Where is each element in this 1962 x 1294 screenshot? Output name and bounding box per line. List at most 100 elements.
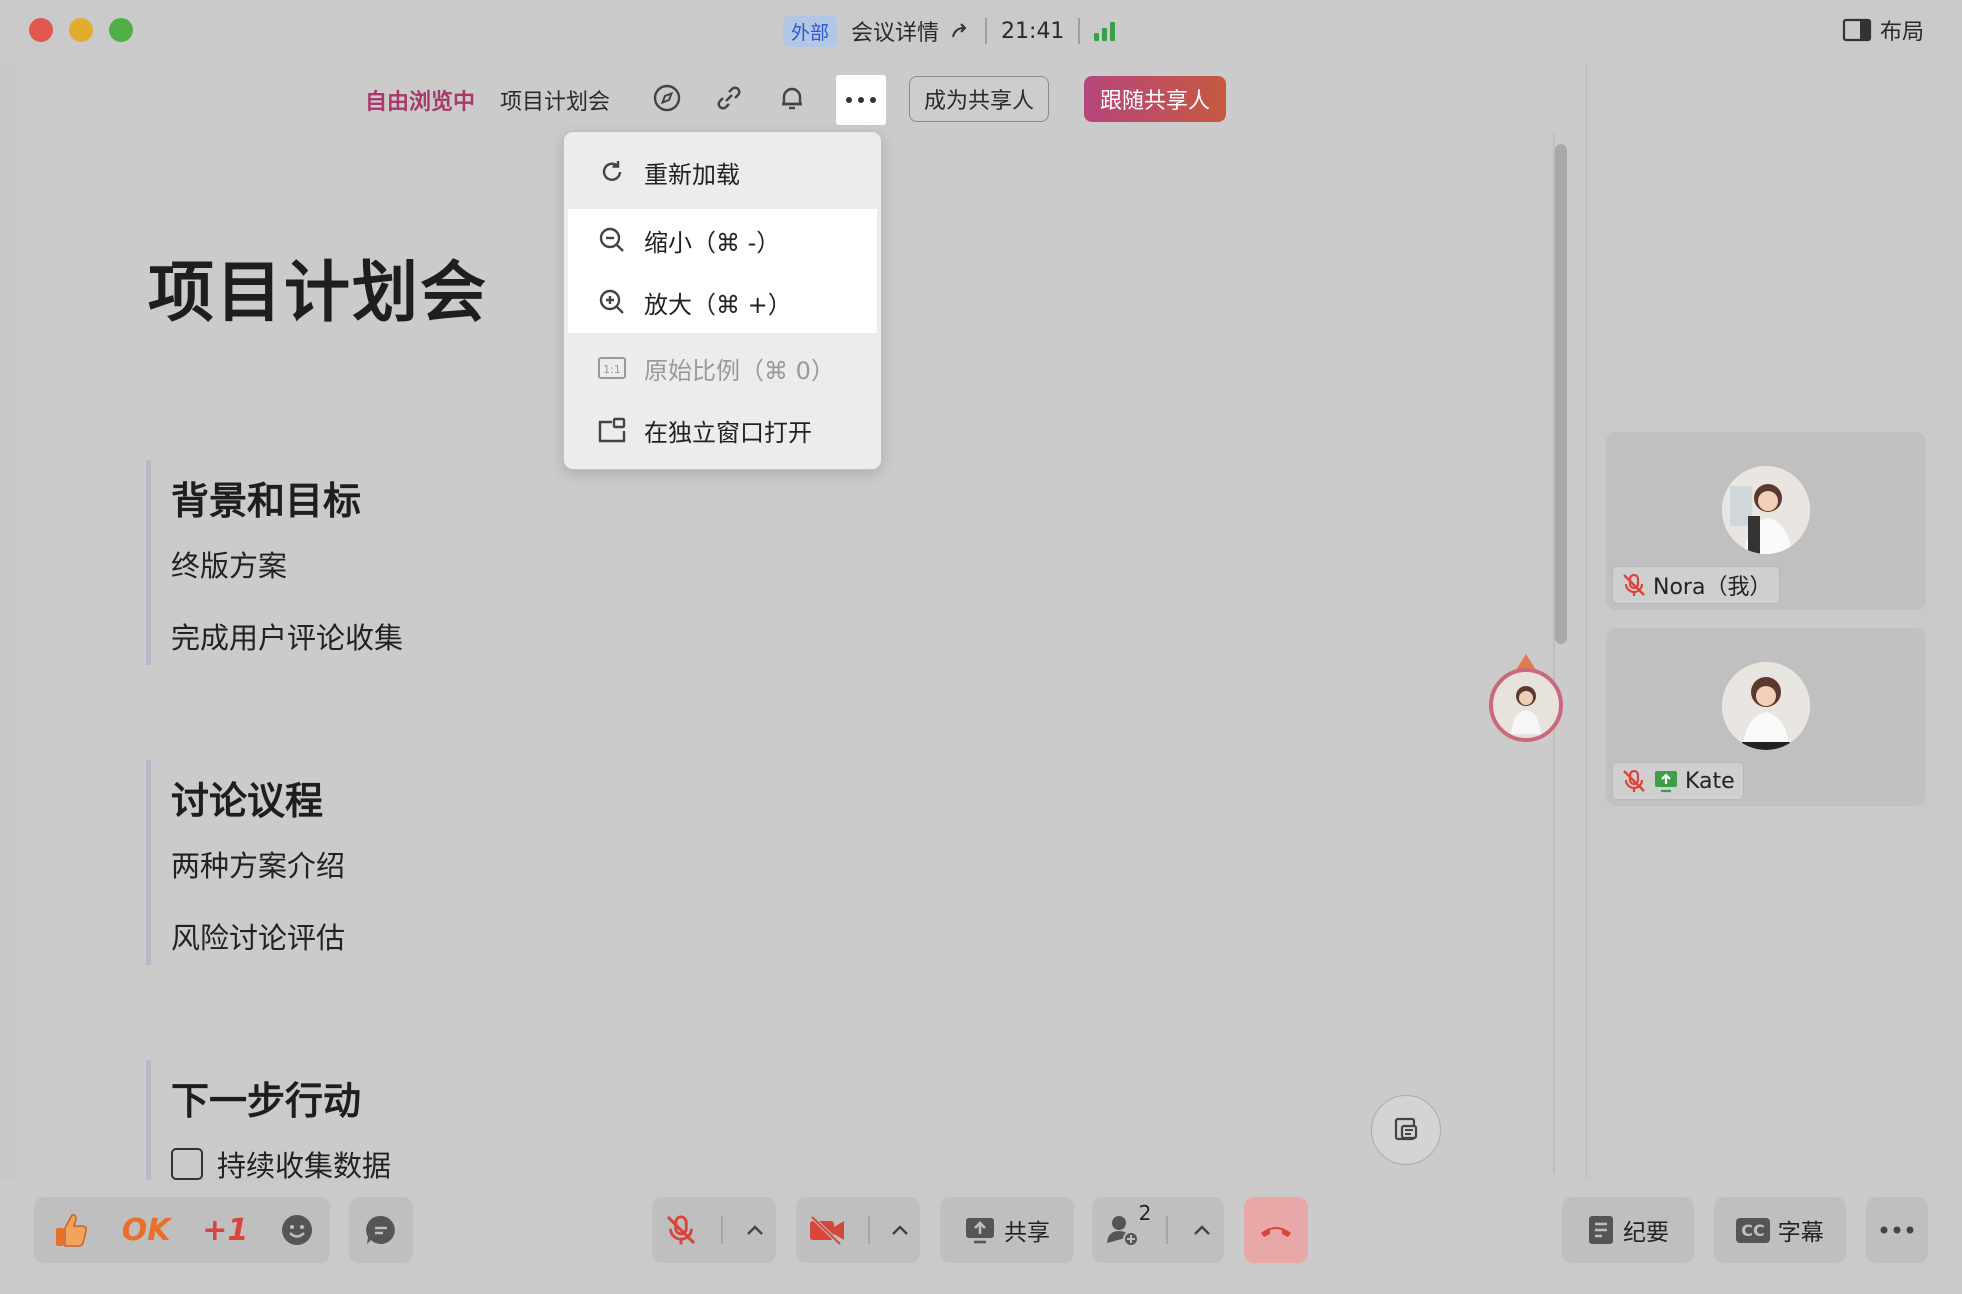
reactions-group: OK +1 [34,1197,330,1263]
share-screen-icon [966,1218,994,1244]
participant-tile[interactable]: Kate [1606,628,1926,806]
checklist-item: 持续收集数据 [171,1143,391,1185]
menu-item-open-window[interactable]: 在独立窗口打开 [568,399,877,461]
signal-strength-icon[interactable] [1094,21,1116,41]
link-icon[interactable] [711,80,747,116]
layout-icon [1842,18,1872,42]
mic-muted-icon [1623,769,1645,792]
browse-status: 自由浏览中 [365,90,476,115]
ellipsis-icon [846,97,876,103]
menu-item-actual-size: 1:1 原始比例（⌘ 0） [568,337,877,399]
menu-item-label: 重新加载 [644,160,740,189]
participants-button[interactable]: 2 [1105,1201,1151,1247]
divider [720,1216,723,1244]
more-controls-button[interactable] [1866,1197,1928,1263]
meeting-window: 外部 会议详情 21:41 布局 自由浏览中 项目计划会 成为共享人 跟随共享人… [0,0,1962,1294]
share-arrow-icon [952,23,967,38]
checkbox[interactable] [171,1148,203,1180]
bell-icon[interactable] [774,80,810,116]
menu-item-label: 在独立窗口打开 [644,418,812,447]
svg-text:1:1: 1:1 [603,363,621,376]
close-window-button[interactable] [29,18,53,42]
ellipsis-icon [1880,1226,1914,1234]
comments-button[interactable] [1371,1095,1441,1165]
camera-toggle-button[interactable] [807,1214,847,1246]
open-window-icon [596,414,628,446]
become-presenter-button[interactable]: 成为共享人 [909,76,1050,122]
plus-one-reaction-button[interactable]: +1 [202,1213,248,1248]
mic-muted-icon [666,1215,695,1245]
section-item: 风险讨论评估 [171,921,346,955]
zoom-in-icon [596,286,628,318]
add-participant-icon [1106,1216,1139,1247]
divider [1078,18,1081,44]
divider [867,1216,870,1244]
participant-name-tag: Kate [1612,762,1744,800]
section-heading: 背景和目标 [171,479,362,523]
layout-button[interactable]: 布局 [1842,14,1924,46]
comments-icon [1394,1117,1418,1141]
document-icon [1589,1216,1613,1244]
mic-muted-icon [1623,573,1645,596]
participant-name-tag: Nora（我） [1612,566,1781,604]
hang-up-button[interactable] [1244,1197,1308,1263]
participant-name: Kate [1685,768,1735,794]
menu-item-label: 缩小（⌘ -） [644,228,781,257]
scrollbar-thumb[interactable] [1555,144,1567,644]
participant-name: Nora（我） [1653,575,1772,600]
camera-options-button[interactable] [891,1224,909,1236]
microphone-options-button[interactable] [746,1224,764,1236]
participants-sidebar [1587,64,1962,1177]
emoji-icon [282,1215,313,1245]
actual-size-icon: 1:1 [596,352,628,384]
menu-item-zoom-out[interactable]: 缩小（⌘ -） [568,209,877,271]
reload-icon [596,156,628,188]
chevron-up-icon [892,1225,909,1235]
checklist-label: 持续收集数据 [217,1149,392,1183]
minimize-window-button[interactable] [69,18,93,42]
avatar [1722,466,1810,554]
document-toolbar: 自由浏览中 项目计划会 成为共享人 跟随共享人 [15,64,1585,134]
chevron-up-icon [1194,1225,1211,1235]
chevron-up-icon [747,1225,764,1235]
ok-reaction-button[interactable]: OK [122,1213,171,1248]
microphone-toggle-button[interactable] [664,1213,698,1247]
thumbs-up-reaction-button[interactable] [50,1210,90,1250]
avatar [1722,662,1810,750]
menu-item-label: 放大（⌘ +） [644,290,792,319]
participants-control: 2 [1092,1197,1224,1263]
emoji-button[interactable] [280,1213,314,1247]
zoom-out-icon [596,224,628,256]
meeting-details-button[interactable]: 会议详情 [851,15,971,47]
meeting-info: 外部 会议详情 21:41 [783,14,1116,48]
screen-share-icon [1655,771,1677,793]
captions-button[interactable]: CC 字幕 [1714,1197,1846,1263]
minutes-button[interactable]: 纪要 [1562,1197,1694,1263]
more-options-button[interactable] [836,75,886,125]
participant-tile[interactable]: Nora（我） [1606,432,1926,610]
chat-button[interactable] [349,1197,413,1263]
participants-options-button[interactable] [1193,1224,1211,1236]
compass-icon[interactable] [649,80,685,116]
share-button[interactable]: 共享 [940,1197,1074,1263]
section-item: 完成用户评论收集 [171,621,404,655]
section-agenda: 讨论议程 两种方案介绍 风险讨论评估 [146,760,345,965]
section-item: 两种方案介绍 [171,849,346,883]
section-heading: 讨论议程 [171,779,324,823]
layout-label: 布局 [1879,20,1924,45]
menu-item-label: 原始比例（⌘ 0） [644,356,835,385]
presenter-avatar[interactable] [1489,668,1563,742]
bottom-control-bar: OK +1 共享 2 纪要 CC 字幕 [0,1180,1962,1294]
menu-item-zoom-in[interactable]: 放大（⌘ +） [568,271,877,333]
document-title: 项目计划会 [148,254,488,331]
divider [1165,1216,1168,1244]
chat-icon [366,1215,395,1244]
section-item: 终版方案 [171,549,288,583]
camera-control [796,1197,920,1263]
follow-presenter-button[interactable]: 跟随共享人 [1084,76,1227,122]
menu-item-reload[interactable]: 重新加载 [568,141,877,203]
maximize-window-button[interactable] [109,18,133,42]
section-next-actions: 下一步行动 持续收集数据 [146,1060,391,1185]
hang-up-icon [1261,1227,1291,1237]
meeting-time: 21:41 [1001,18,1065,44]
